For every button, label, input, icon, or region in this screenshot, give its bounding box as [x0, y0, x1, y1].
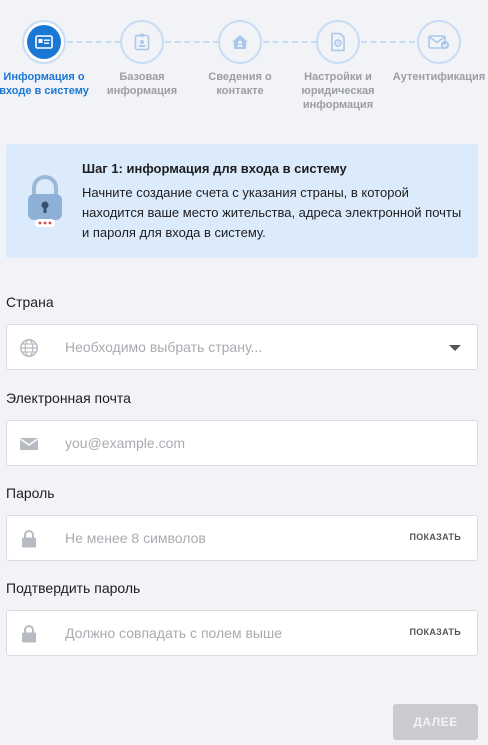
password-label: Пароль: [6, 485, 55, 501]
email-field[interactable]: you@example.com: [6, 420, 478, 466]
step-label: Сведения о контакте: [208, 71, 272, 97]
step-label: Базовая информация: [106, 71, 178, 97]
password-field[interactable]: Не менее 8 символов ПОКАЗАТЬ: [6, 515, 478, 561]
step-circle: [120, 20, 164, 64]
step-label: Аутентификация: [392, 71, 486, 83]
lock-icon: [19, 529, 39, 549]
progress-stepper: Информация о входе в систему Базовая инф…: [0, 0, 488, 120]
step-settings-legal[interactable]: Настройки и юридическая информация: [293, 20, 383, 112]
next-button[interactable]: ДАЛЕЕ: [393, 704, 478, 740]
confirm-password-placeholder: Должно совпадать с полем выше: [65, 625, 282, 641]
mail-verify-icon: [428, 35, 449, 49]
show-confirm-password-button[interactable]: ПОКАЗАТЬ: [409, 627, 461, 637]
step-basic-info[interactable]: Базовая информация: [97, 20, 187, 98]
country-select[interactable]: Необходимо выбрать страну...: [6, 324, 478, 370]
globe-icon: [19, 338, 39, 358]
padlock-icon: [26, 174, 64, 233]
step-circle: [218, 20, 262, 64]
step-label: Настройки и юридическая информация: [301, 71, 375, 111]
confirm-password-label: Подтвердить пароль: [6, 580, 141, 596]
email-label: Электронная почта: [6, 390, 131, 406]
step-authentication[interactable]: Аутентификация: [391, 20, 487, 84]
confirm-password-field[interactable]: Должно совпадать с полем выше ПОКАЗАТЬ: [6, 610, 478, 656]
chevron-down-icon[interactable]: [449, 345, 461, 351]
badge-icon: [134, 33, 150, 51]
info-description: Начните создание счета с указания страны…: [82, 185, 462, 240]
country-label: Страна: [6, 294, 54, 310]
envelope-icon: [19, 434, 39, 454]
id-card-icon: [35, 35, 53, 49]
info-banner: Шаг 1: информация для входа в систему На…: [6, 144, 478, 258]
country-placeholder: Необходимо выбрать страну...: [65, 339, 263, 355]
lock-icon: [19, 624, 39, 644]
settings-doc-icon: [331, 32, 345, 52]
email-placeholder: you@example.com: [65, 435, 186, 451]
step-label: Информация о входе в систему: [0, 71, 89, 97]
show-password-button[interactable]: ПОКАЗАТЬ: [409, 532, 461, 542]
password-placeholder: Не менее 8 символов: [65, 530, 206, 546]
info-title: Шаг 1: информация для входа в систему: [82, 161, 347, 176]
step-contact-info[interactable]: Сведения о контакте: [195, 20, 285, 98]
home-contact-icon: [232, 35, 248, 49]
step-login-info[interactable]: Информация о входе в систему: [0, 20, 89, 98]
step-circle: [316, 20, 360, 64]
step-circle: [22, 20, 66, 64]
step-circle: [417, 20, 461, 64]
